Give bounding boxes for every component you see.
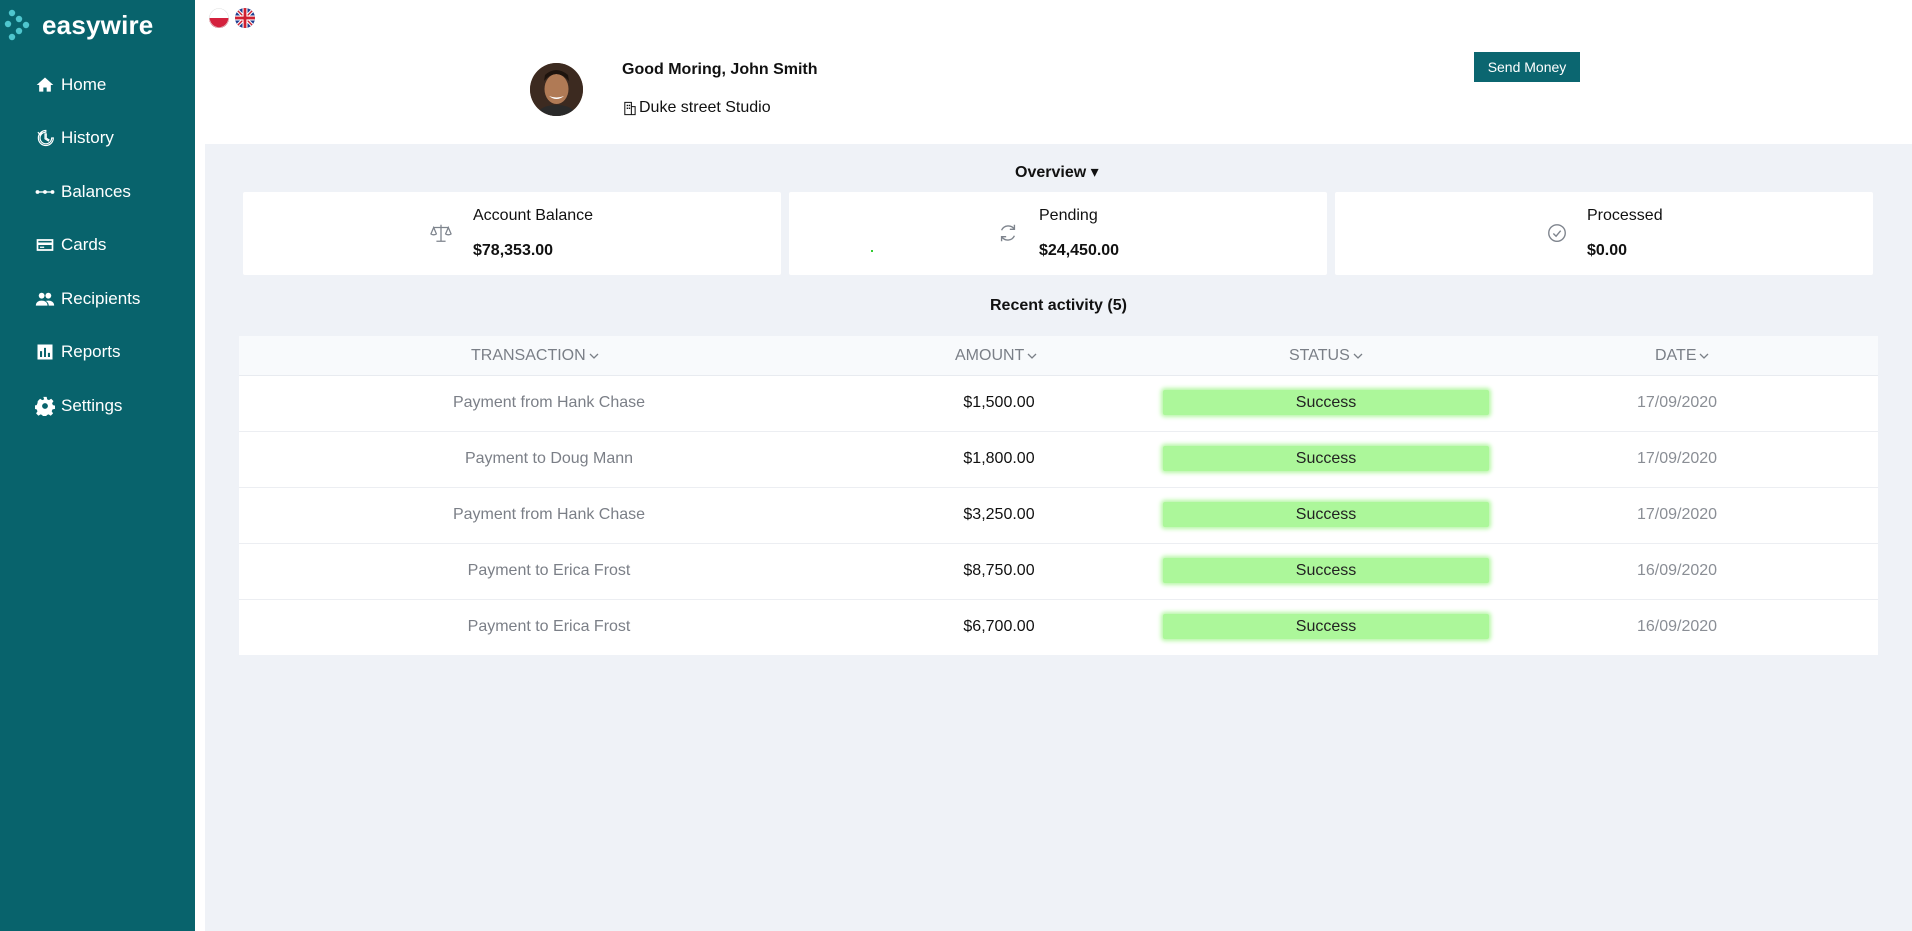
refresh-icon	[997, 222, 1021, 246]
card-icon	[34, 235, 56, 255]
chevron-down-icon	[1353, 353, 1363, 359]
check-circle-icon	[1546, 222, 1570, 246]
activity-table: TRANSACTION AMOUNT STATUS DATE Payment f…	[239, 336, 1878, 655]
status-badge: Success	[1163, 446, 1489, 471]
flag-pl-icon[interactable]	[209, 8, 229, 28]
chevron-down-icon	[589, 353, 599, 359]
transaction-cell: Payment from Hank Chase	[452, 506, 646, 523]
sidebar-item-label: History	[61, 128, 114, 147]
pending-card: Pending $24,450.00	[789, 192, 1327, 275]
status-badge: Success	[1163, 614, 1489, 639]
status-badge: Success	[1163, 502, 1489, 527]
building-icon	[624, 101, 636, 115]
amount-cell: $6,700.00	[963, 618, 1035, 635]
column-label: AMOUNT	[955, 347, 1025, 364]
sidebar-item-reports[interactable]: Reports	[34, 342, 121, 362]
column-label: STATUS	[1289, 347, 1350, 364]
studio-name: Duke street Studio	[622, 99, 771, 117]
amount-cell: $1,800.00	[963, 450, 1035, 467]
date-cell: 17/09/2020	[1636, 450, 1718, 467]
chevron-down-icon	[1700, 353, 1709, 359]
flag-en-icon[interactable]	[235, 8, 255, 28]
sidebar-item-balances[interactable]: Balances	[34, 182, 131, 202]
account-balance-card: Account Balance $78,353.00	[243, 192, 781, 275]
card-label: Account Balance	[473, 207, 594, 224]
column-label: TRANSACTION	[471, 347, 586, 364]
table-row[interactable]: Payment to Doug Mann $1,800.00 Success 1…	[239, 432, 1878, 488]
table-header: TRANSACTION AMOUNT STATUS DATE	[239, 336, 1878, 376]
column-status[interactable]: STATUS	[1289, 347, 1364, 365]
transaction-cell: Payment to Erica Frost	[467, 562, 631, 579]
transaction-cell: Payment from Hank Chase	[452, 394, 646, 411]
status-badge: Success	[1163, 558, 1489, 583]
date-cell: 16/09/2020	[1636, 618, 1718, 635]
transaction-cell: Payment to Erica Frost	[467, 618, 631, 635]
sidebar-item-label: Balances	[61, 182, 131, 201]
history-icon	[34, 128, 56, 148]
table-row[interactable]: Payment from Hank Chase $3,250.00 Succes…	[239, 488, 1878, 544]
sidebar-item-settings[interactable]: Settings	[34, 396, 122, 416]
home-icon	[34, 75, 56, 95]
sidebar-item-label: Cards	[61, 235, 107, 254]
brand-logo[interactable]: easywire	[4, 8, 153, 42]
table-row[interactable]: Payment to Erica Frost $6,700.00 Success…	[239, 600, 1878, 655]
sidebar-item-home[interactable]: Home	[34, 75, 106, 95]
column-label: DATE	[1655, 347, 1697, 364]
status-badge: Success	[1163, 390, 1489, 415]
language-switcher	[209, 8, 255, 28]
gear-icon	[34, 396, 56, 416]
date-cell: 17/09/2020	[1636, 506, 1718, 523]
status-dot	[871, 250, 873, 252]
sidebar-item-cards[interactable]: Cards	[34, 235, 106, 255]
date-cell: 17/09/2020	[1636, 394, 1718, 411]
avatar[interactable]	[530, 63, 583, 116]
sidebar-item-label: Recipients	[61, 289, 141, 308]
sidebar-item-history[interactable]: History	[34, 128, 114, 148]
sidebar-item-recipients[interactable]: Recipients	[34, 289, 140, 309]
table-row[interactable]: Payment from Hank Chase $1,500.00 Succes…	[239, 376, 1878, 432]
card-label: Processed	[1587, 207, 1663, 224]
card-value: $0.00	[1587, 242, 1628, 259]
overview-toggle[interactable]: Overview ▾	[1015, 162, 1099, 182]
card-value: $24,450.00	[1039, 242, 1120, 259]
date-cell: 16/09/2020	[1636, 562, 1718, 579]
greeting-text: Good Moring, John Smith	[622, 61, 818, 78]
recent-activity-title: Recent activity (5)	[990, 297, 1127, 314]
balances-icon	[34, 182, 56, 202]
transaction-cell: Payment to Doug Mann	[464, 450, 634, 467]
logo-icon	[4, 9, 30, 41]
sidebar: easywire Home History Balances Cards Rec…	[0, 0, 195, 931]
scale-icon	[430, 222, 454, 246]
amount-cell: $3,250.00	[963, 506, 1035, 523]
column-amount[interactable]: AMOUNT	[955, 347, 1038, 365]
chart-icon	[34, 342, 56, 362]
card-label: Pending	[1039, 207, 1098, 224]
column-transaction[interactable]: TRANSACTION	[471, 347, 600, 365]
amount-cell: $1,500.00	[963, 394, 1035, 411]
amount-cell: $8,750.00	[963, 562, 1035, 579]
card-value: $78,353.00	[473, 242, 554, 259]
sidebar-item-label: Reports	[61, 342, 121, 361]
column-date[interactable]: DATE	[1655, 347, 1710, 365]
brand-name: easywire	[42, 9, 154, 40]
sidebar-item-label: Home	[61, 75, 107, 94]
processed-card: Processed $0.00	[1335, 192, 1873, 275]
studio-label: Duke street Studio	[639, 99, 771, 116]
sidebar-item-label: Settings	[61, 396, 123, 415]
send-money-button[interactable]: Send Money	[1474, 52, 1580, 82]
table-row[interactable]: Payment to Erica Frost $8,750.00 Success…	[239, 544, 1878, 600]
chevron-down-icon	[1027, 353, 1037, 359]
users-icon	[34, 289, 56, 309]
